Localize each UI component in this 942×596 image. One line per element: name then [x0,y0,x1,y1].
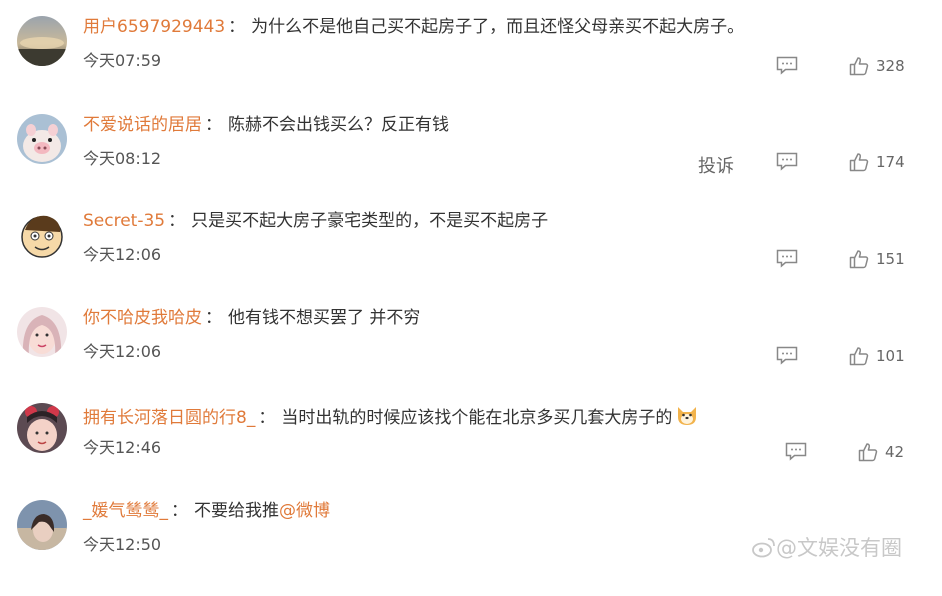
like-button[interactable]: 151 [849,249,905,269]
comment-item: 用户6597929443：为什么不是他自己买不起房子了，而且还怪父母亲买不起大房… [0,16,942,112]
separator: ： [168,211,186,231]
weibo-logo-icon [752,538,775,558]
username-link[interactable]: _媛气鸶鸶_ [83,501,168,521]
thumbs-up-icon [849,347,869,366]
comment-line: 用户6597929443：为什么不是他自己买不起房子了，而且还怪父母亲买不起大房… [83,16,744,38]
timestamp: 今天07:59 [83,51,162,70]
comment-text: 他有钱不想买罢了 并不穷 [228,308,421,328]
like-count: 42 [885,443,905,461]
like-count: 101 [876,347,905,365]
separator: ： [205,308,222,328]
avatar[interactable] [17,114,67,164]
like-button[interactable]: 101 [849,346,905,366]
comment-line: 你不哈皮我哈皮： 他有钱不想买罢了 并不穷 [83,307,420,329]
comment-icon[interactable] [776,346,798,365]
comment-line: 拥有长河落日圆的行8_：当时出轨的时候应该找个能在北京多买几套大房子的 [83,403,699,433]
comment-icon[interactable] [776,249,798,268]
thumbs-up-icon [849,250,869,269]
like-count: 151 [876,250,905,268]
avatar[interactable] [17,500,67,550]
comment-icon[interactable] [776,56,798,75]
like-count: 174 [876,153,905,171]
username-link[interactable]: 用户6597929443 [83,17,225,37]
username-link[interactable]: 你不哈皮我哈皮 [83,308,202,328]
report-button[interactable]: 投诉 [698,152,734,178]
comment-item: 拥有长河落日圆的行8_：当时出轨的时候应该找个能在北京多买几套大房子的 今天12… [0,403,942,499]
separator: ： [228,17,246,37]
avatar[interactable] [17,403,67,453]
username-link[interactable]: 拥有长河落日圆的行8_ [83,408,255,428]
like-button[interactable]: 42 [858,442,904,462]
timestamp: 今天12:46 [83,438,162,457]
like-button[interactable]: 328 [849,56,905,76]
username-link[interactable]: Secret-35 [83,211,165,231]
like-count: 328 [876,57,905,75]
comment-item: 不爱说话的居居： 陈赫不会出钱买么？反正有钱 今天08:12 投诉 174 [0,114,942,210]
mention-link[interactable]: @微博 [279,501,330,521]
thumbs-up-icon [849,153,869,172]
watermark: @文娱没有圈 [752,532,902,562]
separator: ： [205,115,222,135]
thumbs-up-icon [849,57,869,76]
separator: ： [258,408,276,428]
comment-icon[interactable] [776,152,798,171]
dog-face-emoji [675,403,699,433]
avatar[interactable] [17,16,67,66]
watermark-text: @文娱没有圈 [776,536,902,560]
avatar[interactable] [17,307,67,357]
timestamp: 今天08:12 [83,149,162,168]
comment-text: 陈赫不会出钱买么？反正有钱 [228,115,449,135]
separator: ： [171,501,188,521]
comment-icon[interactable] [785,442,807,461]
comment-item: 你不哈皮我哈皮： 他有钱不想买罢了 并不穷 今天12:06 101 [0,307,942,403]
timestamp: 今天12:06 [83,245,162,264]
thumbs-up-icon [858,443,878,462]
like-button[interactable]: 174 [849,152,905,172]
comment-line: 不爱说话的居居： 陈赫不会出钱买么？反正有钱 [83,114,449,136]
timestamp: 今天12:50 [83,535,162,554]
comment-text: 不要给我推 [194,501,279,521]
comment-item: Secret-35：只是买不起大房子豪宅类型的，不是买不起房子 今天12:06 … [0,210,942,306]
comment-line: _媛气鸶鸶_： 不要给我推@微博 [83,500,330,522]
comment-text: 只是买不起大房子豪宅类型的，不是买不起房子 [191,211,549,231]
username-link[interactable]: 不爱说话的居居 [83,115,202,135]
avatar[interactable] [17,210,67,260]
timestamp: 今天12:06 [83,342,162,361]
comment-line: Secret-35：只是买不起大房子豪宅类型的，不是买不起房子 [83,210,548,232]
comment-text: 当时出轨的时候应该找个能在北京多买几套大房子的 [281,408,673,428]
comment-text: 为什么不是他自己买不起房子了，而且还怪父母亲买不起大房子。 [251,17,745,37]
